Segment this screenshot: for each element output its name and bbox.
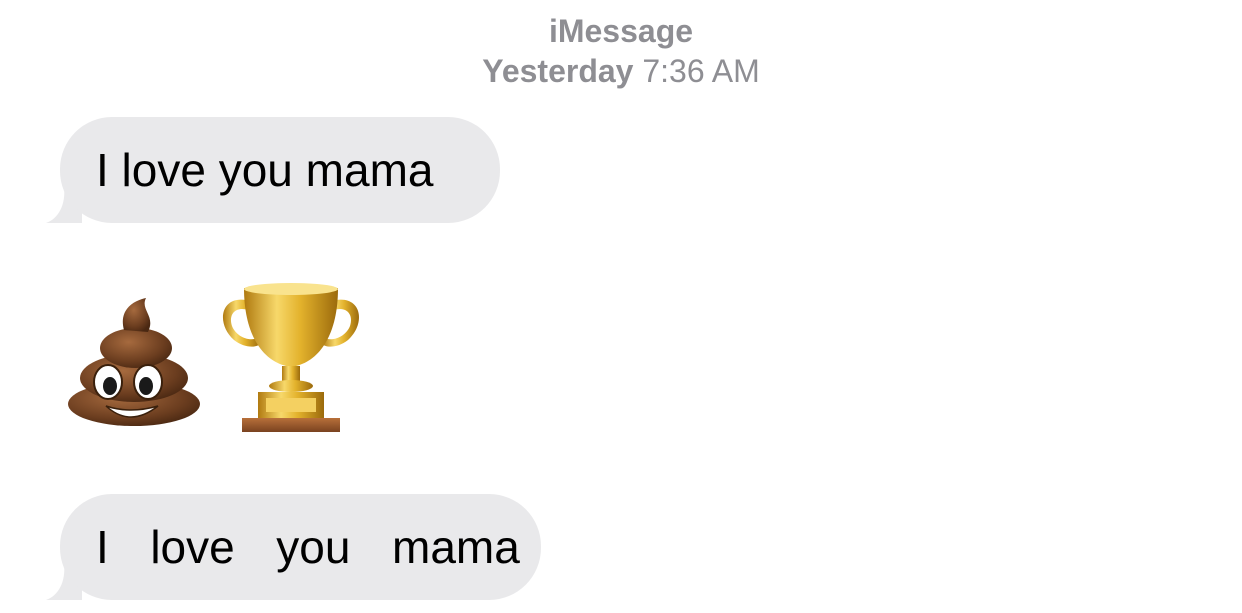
received-message-bubble[interactable]: I love you mama: [60, 117, 500, 223]
pile-of-poo-icon: [68, 298, 200, 426]
received-message-bubble[interactable]: I love you mama: [60, 494, 541, 600]
trophy-icon: [222, 283, 360, 432]
timestamp-time: 7:36 AM: [642, 53, 760, 89]
timestamp-day: Yesterday: [482, 53, 634, 89]
conversation-header: iMessage Yesterday 7:36 AM: [0, 10, 1242, 90]
service-label: iMessage: [548, 13, 694, 49]
emoji-message[interactable]: [64, 282, 374, 442]
message-timestamp: Yesterday 7:36 AM: [0, 52, 1242, 90]
